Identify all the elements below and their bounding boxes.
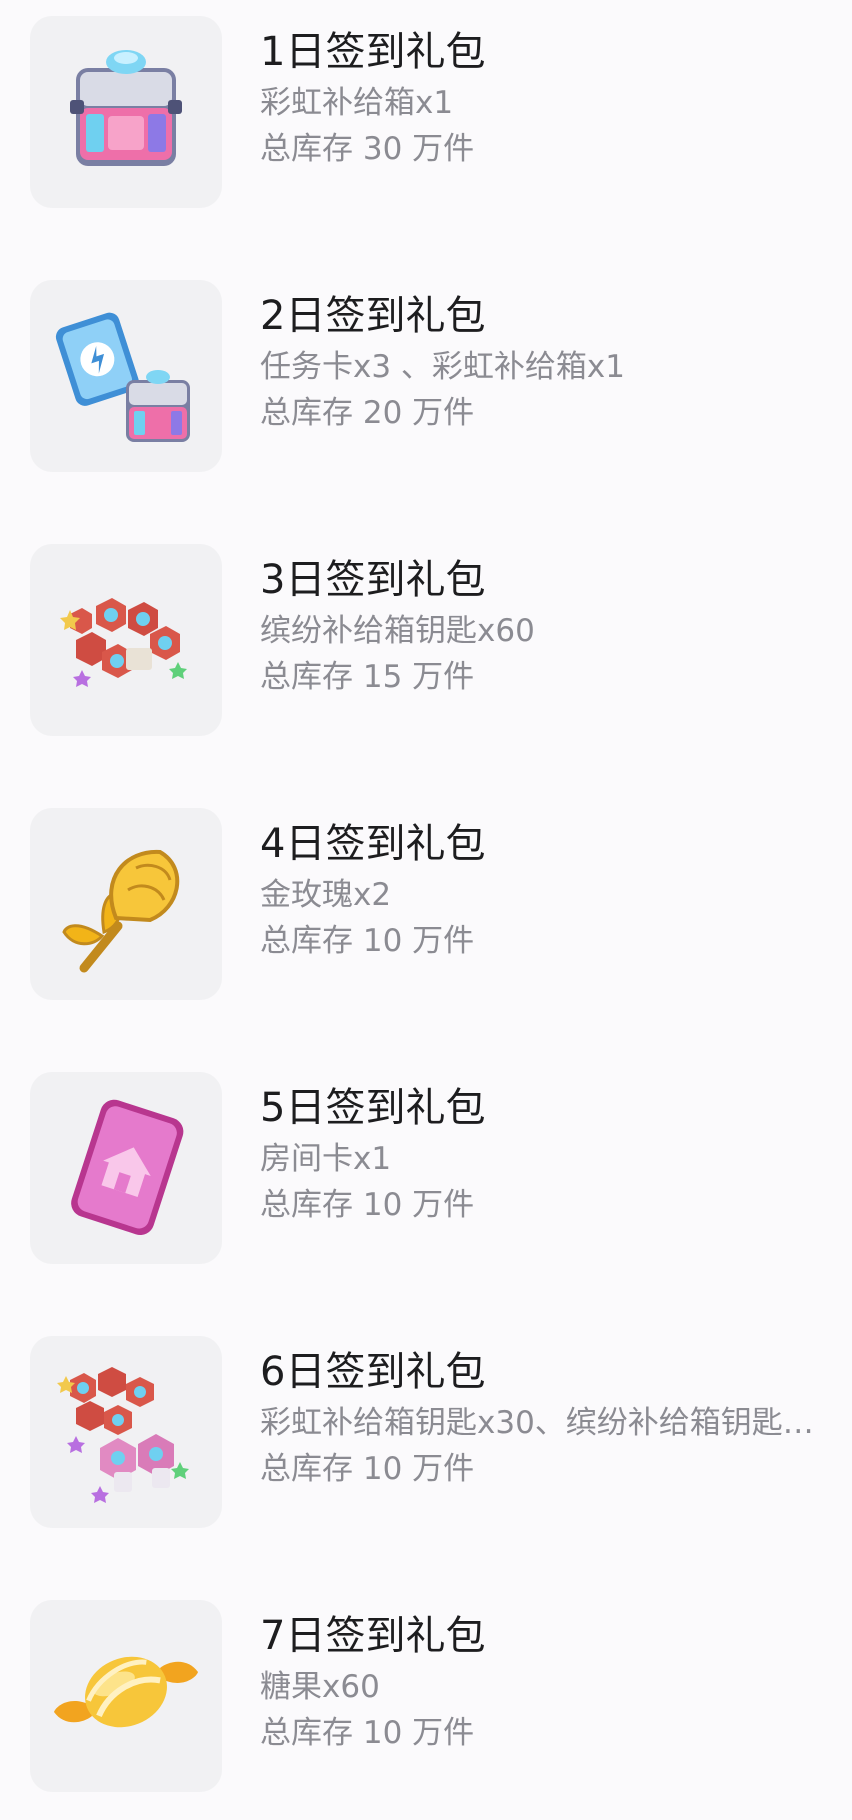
package-info: 6日签到礼包 彩虹补给箱钥匙x30、缤纷补给箱钥匙x30 总库存 10 万件 <box>260 1344 832 1492</box>
package-row-day-3[interactable]: 3日签到礼包 缤纷补给箱钥匙x60 总库存 15 万件 <box>0 544 852 736</box>
golden-rose-icon <box>62 849 180 973</box>
package-info: 4日签到礼包 金玫瑰x2 总库存 10 万件 <box>260 816 832 964</box>
package-title: 5日签到礼包 <box>260 1085 486 1131</box>
package-info: 5日签到礼包 房间卡x1 总库存 10 万件 <box>260 1080 832 1228</box>
package-description: 糖果x60 <box>260 1669 380 1705</box>
package-description: 房间卡x1 <box>260 1141 392 1177</box>
room-card-icon <box>71 1099 184 1236</box>
package-stock: 总库存 20 万件 <box>260 395 475 431</box>
package-stock: 总库存 10 万件 <box>260 1715 475 1751</box>
package-thumbnail <box>30 16 222 208</box>
package-stock: 总库存 10 万件 <box>260 1451 475 1487</box>
package-title: 4日签到礼包 <box>260 821 486 867</box>
sign-in-package-list: 1日签到礼包 彩虹补给箱x1 总库存 30 万件 2日签到礼包 任务卡x3 、彩… <box>0 0 852 1820</box>
package-row-day-6[interactable]: 6日签到礼包 彩虹补给箱钥匙x30、缤纷补给箱钥匙x30 总库存 10 万件 <box>0 1336 852 1528</box>
package-thumbnail <box>30 1336 222 1528</box>
package-stock: 总库存 10 万件 <box>260 1187 475 1223</box>
package-row-day-7[interactable]: 7日签到礼包 糖果x60 总库存 10 万件 <box>0 1600 852 1792</box>
package-thumbnail <box>30 1600 222 1792</box>
package-description: 彩虹补给箱x1 <box>260 85 454 121</box>
package-info: 7日签到礼包 糖果x60 总库存 10 万件 <box>260 1608 832 1756</box>
package-description: 缤纷补给箱钥匙x60 <box>260 613 535 649</box>
colorful-box-keys-icon <box>60 598 187 687</box>
package-stock: 总库存 15 万件 <box>260 659 475 695</box>
package-title: 3日签到礼包 <box>260 557 486 603</box>
package-thumbnail <box>30 808 222 1000</box>
package-thumbnail <box>30 280 222 472</box>
task-card-and-box-icon <box>55 312 190 442</box>
package-thumbnail <box>30 544 222 736</box>
package-description: 金玫瑰x2 <box>260 877 392 913</box>
package-title: 7日签到礼包 <box>260 1613 486 1659</box>
mixed-keys-icon <box>57 1367 189 1503</box>
package-title: 2日签到礼包 <box>260 293 486 339</box>
package-info: 3日签到礼包 缤纷补给箱钥匙x60 总库存 15 万件 <box>260 552 832 700</box>
candy-icon <box>54 1656 198 1728</box>
package-title: 6日签到礼包 <box>260 1349 486 1395</box>
package-stock: 总库存 30 万件 <box>260 131 475 167</box>
package-row-day-1[interactable]: 1日签到礼包 彩虹补给箱x1 总库存 30 万件 <box>0 16 852 208</box>
package-description: 任务卡x3 、彩虹补给箱x1 <box>260 349 625 385</box>
package-stock: 总库存 10 万件 <box>260 923 475 959</box>
package-row-day-5[interactable]: 5日签到礼包 房间卡x1 总库存 10 万件 <box>0 1072 852 1264</box>
package-info: 1日签到礼包 彩虹补给箱x1 总库存 30 万件 <box>260 24 832 172</box>
package-description: 彩虹补给箱钥匙x30、缤纷补给箱钥匙x30 <box>260 1405 830 1441</box>
rainbow-supply-box-icon <box>70 50 182 166</box>
package-row-day-2[interactable]: 2日签到礼包 任务卡x3 、彩虹补给箱x1 总库存 20 万件 <box>0 280 852 472</box>
package-title: 1日签到礼包 <box>260 29 486 75</box>
package-info: 2日签到礼包 任务卡x3 、彩虹补给箱x1 总库存 20 万件 <box>260 288 832 436</box>
package-thumbnail <box>30 1072 222 1264</box>
package-row-day-4[interactable]: 4日签到礼包 金玫瑰x2 总库存 10 万件 <box>0 808 852 1000</box>
